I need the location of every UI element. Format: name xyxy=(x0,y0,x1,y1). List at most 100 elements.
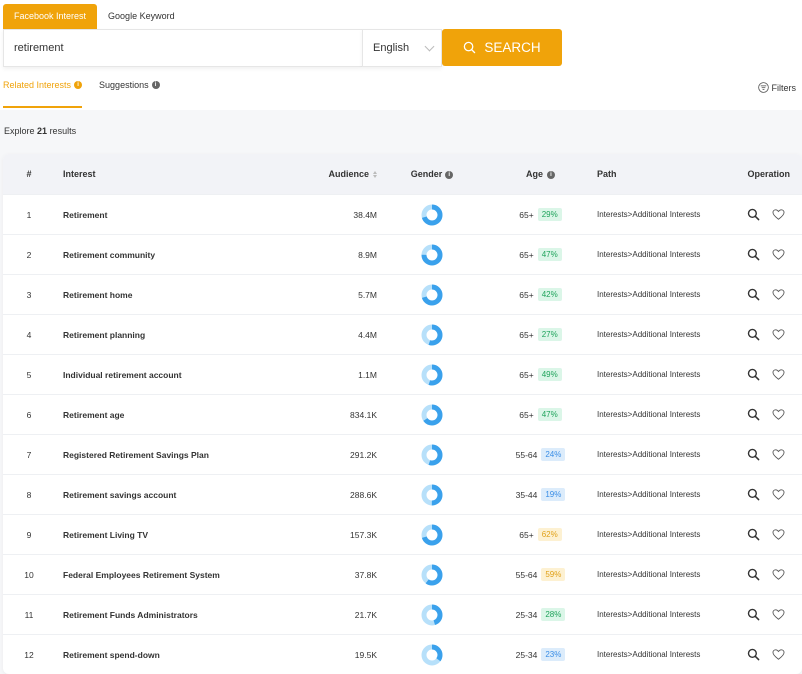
age-range: 25-34 xyxy=(515,649,538,660)
search-button[interactable]: SEARCH xyxy=(442,29,562,66)
filter-icon xyxy=(757,82,769,93)
chevron-down-icon xyxy=(424,41,435,51)
interest-path: Interests>Additional Interests xyxy=(597,330,701,339)
heart-icon[interactable] xyxy=(772,328,785,341)
search-icon[interactable] xyxy=(747,368,760,381)
heart-icon[interactable] xyxy=(772,608,785,621)
info-icon[interactable]: i xyxy=(445,170,454,179)
header-gender-label: Gender xyxy=(410,169,443,179)
gender-donut xyxy=(421,324,443,345)
interest-path: Interests>Additional Interests xyxy=(597,650,701,659)
gender-cell xyxy=(377,323,487,347)
table-row: 9 Retirement Living TV 157.3K 65+ 62% Interes… xyxy=(3,514,802,554)
age-cell: 35-44 19% xyxy=(487,488,594,501)
header-audience[interactable]: Audience xyxy=(259,169,377,179)
age-cell: 65+ 42% xyxy=(487,288,594,301)
search-icon[interactable] xyxy=(747,608,760,621)
heart-icon[interactable] xyxy=(772,528,785,541)
filters-label: Filters xyxy=(771,82,797,93)
heart-icon[interactable] xyxy=(772,648,785,661)
age-percent-badge: 59% xyxy=(541,568,566,581)
explore-prefix: Explore xyxy=(4,126,35,136)
operation-cell xyxy=(730,328,802,341)
explore-count: 21 xyxy=(37,126,48,136)
interest-name: Registered Retirement Savings Plan xyxy=(63,449,209,460)
heart-icon[interactable] xyxy=(772,448,785,461)
gender-cell xyxy=(377,603,487,627)
age-percent-badge: 47% xyxy=(537,408,562,421)
interest-name: Retirement planning xyxy=(63,329,146,340)
search-icon[interactable] xyxy=(747,248,760,261)
header-path: Path xyxy=(597,169,617,179)
interest-path: Interests>Additional Interests xyxy=(597,610,701,619)
search-icon[interactable] xyxy=(747,488,760,501)
heart-icon[interactable] xyxy=(772,288,785,301)
gender-donut xyxy=(421,284,443,305)
search-icon[interactable] xyxy=(747,288,760,301)
heart-icon[interactable] xyxy=(772,248,785,261)
interest-name: Retirement spend-down xyxy=(63,649,160,660)
search-icon[interactable] xyxy=(747,328,760,341)
age-cell: 65+ 49% xyxy=(487,368,594,381)
age-percent-badge: 47% xyxy=(537,248,562,261)
search-icon[interactable] xyxy=(747,648,760,661)
search-icon[interactable] xyxy=(747,408,760,421)
operation-cell xyxy=(730,488,802,501)
row-number: 5 xyxy=(26,369,32,380)
heart-icon[interactable] xyxy=(772,488,785,501)
age-range: 55-64 xyxy=(515,569,538,580)
age-range: 65+ xyxy=(519,529,534,540)
age-percent-badge: 49% xyxy=(537,368,562,381)
gender-cell xyxy=(377,643,487,667)
tab-label: Suggestions xyxy=(99,80,149,90)
info-icon[interactable]: i xyxy=(74,81,83,89)
heart-icon[interactable] xyxy=(772,568,785,581)
audience-size: 37.8K xyxy=(354,569,377,580)
age-range: 65+ xyxy=(519,209,534,220)
tab-suggestions[interactable]: Suggestions i xyxy=(99,80,160,108)
audience-size: 157.3K xyxy=(350,529,377,540)
search-icon[interactable] xyxy=(747,208,760,221)
search-icon[interactable] xyxy=(747,448,760,461)
table-row: 10 Federal Employees Retirement System 37.… xyxy=(3,554,802,594)
tab-label: Related Interests xyxy=(3,80,72,90)
header-age: Age i xyxy=(487,169,594,179)
age-percent-badge: 23% xyxy=(541,648,566,661)
age-percent-badge: 24% xyxy=(541,448,566,461)
filters-button[interactable]: Filters xyxy=(757,82,797,93)
audience-size: 38.4M xyxy=(353,209,377,220)
operation-cell xyxy=(730,208,802,221)
header-audience-label: Audience xyxy=(328,169,369,179)
tab-facebook-interest[interactable]: Facebook Interest xyxy=(3,4,98,29)
source-tabs: Facebook Interest Google Keyword xyxy=(3,4,186,29)
search-input[interactable] xyxy=(3,29,362,67)
row-number: 8 xyxy=(26,489,32,500)
operation-cell xyxy=(730,408,802,421)
row-number: 4 xyxy=(26,329,32,340)
result-tabs: Related Interests i Suggestions i xyxy=(3,80,160,108)
tab-google-keyword[interactable]: Google Keyword xyxy=(97,4,186,29)
gender-cell xyxy=(377,363,487,387)
interest-path: Interests>Additional Interests xyxy=(597,450,701,459)
heart-icon[interactable] xyxy=(772,408,785,421)
gender-cell xyxy=(377,403,487,427)
table-row: 5 Individual retirement account 1.1M 65+ 49%… xyxy=(3,354,802,394)
info-icon[interactable]: i xyxy=(151,81,160,89)
gender-donut xyxy=(421,364,443,385)
heart-icon[interactable] xyxy=(772,208,785,221)
header-gender: Gender i xyxy=(377,169,487,179)
age-range: 65+ xyxy=(519,409,534,420)
tab-related-interests[interactable]: Related Interests i xyxy=(3,80,83,108)
gender-donut xyxy=(421,404,443,425)
search-icon[interactable] xyxy=(747,568,760,581)
age-range: 65+ xyxy=(519,249,534,260)
row-number: 9 xyxy=(26,529,32,540)
info-icon[interactable]: i xyxy=(547,170,555,179)
interest-name: Retirement Funds Administrators xyxy=(63,609,198,620)
age-cell: 65+ 27% xyxy=(487,328,594,341)
search-icon[interactable] xyxy=(747,528,760,541)
interest-name: Individual retirement account xyxy=(63,369,182,380)
heart-icon[interactable] xyxy=(772,368,785,381)
language-select[interactable]: English xyxy=(362,29,442,67)
gender-cell xyxy=(377,443,487,467)
